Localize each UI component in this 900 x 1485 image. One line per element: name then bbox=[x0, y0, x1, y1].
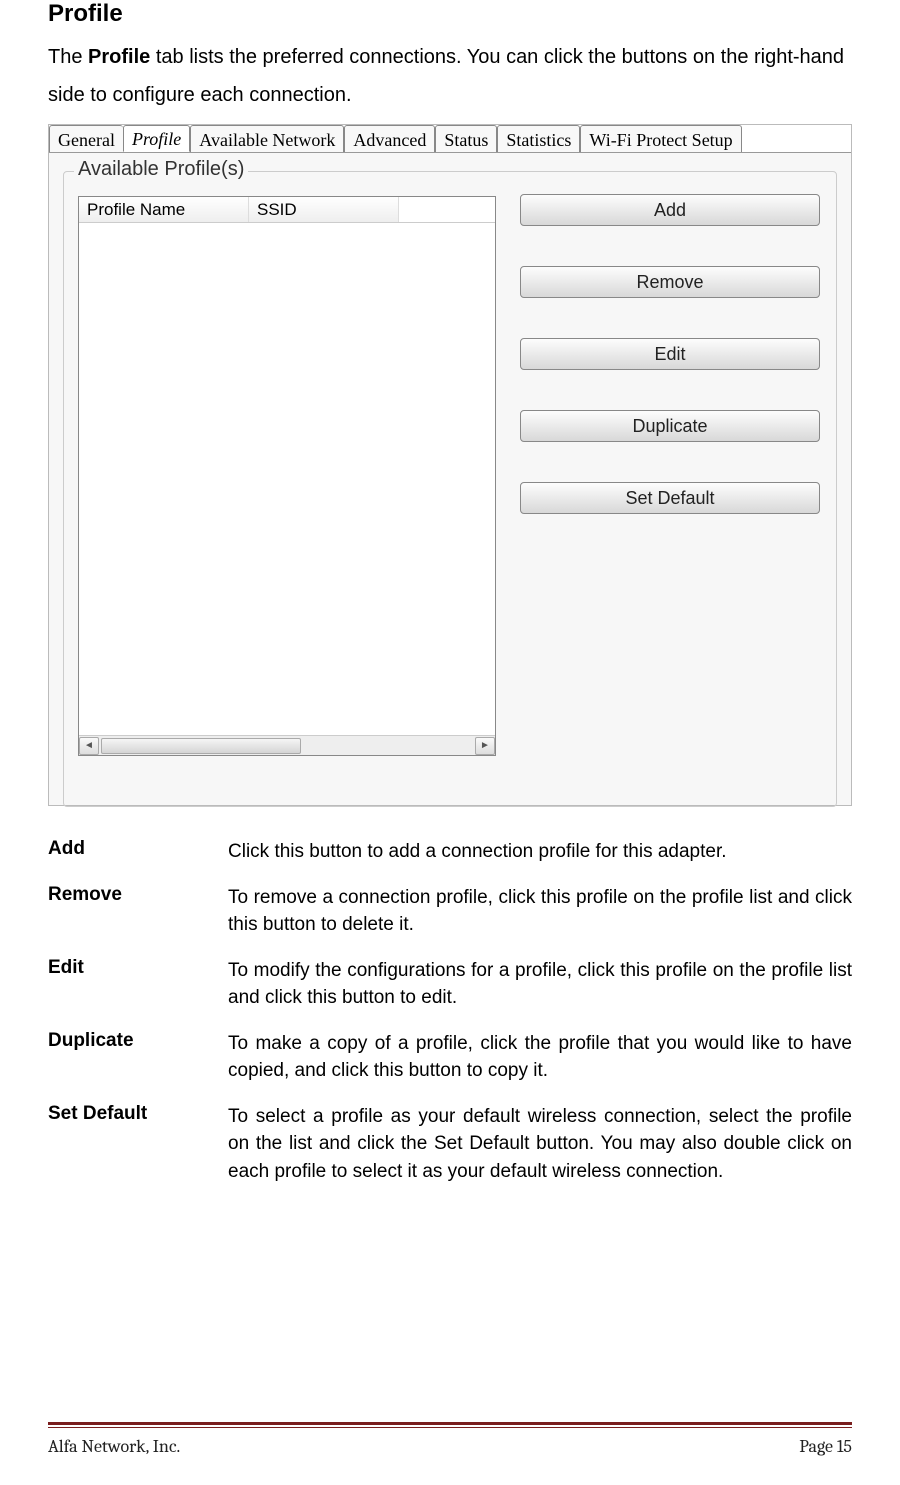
tab-profile[interactable]: Profile bbox=[123, 125, 190, 152]
desc-def: Click this button to add a connection pr… bbox=[228, 838, 852, 866]
column-ssid[interactable]: SSID bbox=[249, 197, 399, 222]
add-button[interactable]: Add bbox=[520, 194, 820, 226]
intro-pre: The bbox=[48, 46, 88, 68]
footer-page-number: Page 15 bbox=[799, 1436, 852, 1457]
desc-def: To make a copy of a profile, click the p… bbox=[228, 1030, 852, 1085]
desc-term: Set Default bbox=[48, 1103, 228, 1186]
desc-row-add: Add Click this button to add a connectio… bbox=[48, 838, 852, 866]
desc-row-edit: Edit To modify the configurations for a … bbox=[48, 957, 852, 1012]
tab-bar: General Profile Available Network Advanc… bbox=[49, 125, 851, 153]
tab-wifi-protect-setup[interactable]: Wi-Fi Protect Setup bbox=[580, 125, 741, 152]
tab-pane: Available Profile(s) Profile Name SSID ◄… bbox=[49, 153, 851, 805]
tab-statistics[interactable]: Statistics bbox=[497, 125, 580, 152]
desc-row-duplicate: Duplicate To make a copy of a profile, c… bbox=[48, 1030, 852, 1085]
desc-term: Remove bbox=[48, 884, 228, 939]
scroll-track[interactable] bbox=[99, 737, 475, 755]
description-table: Add Click this button to add a connectio… bbox=[48, 838, 852, 1185]
desc-def: To select a profile as your default wire… bbox=[228, 1103, 852, 1186]
desc-term: Edit bbox=[48, 957, 228, 1012]
intro-bold: Profile bbox=[88, 46, 150, 68]
footer-rule-thin bbox=[48, 1427, 852, 1428]
groupbox-available-profiles: Available Profile(s) Profile Name SSID ◄… bbox=[63, 171, 837, 807]
profile-list[interactable]: Profile Name SSID ◄ ► bbox=[78, 196, 496, 756]
desc-term: Add bbox=[48, 838, 228, 866]
scroll-thumb[interactable] bbox=[101, 738, 301, 754]
groupbox-label: Available Profile(s) bbox=[74, 158, 248, 181]
desc-def: To remove a connection profile, click th… bbox=[228, 884, 852, 939]
footer-rule-thick bbox=[48, 1422, 852, 1425]
scroll-left-icon[interactable]: ◄ bbox=[79, 737, 99, 755]
set-default-button[interactable]: Set Default bbox=[520, 482, 820, 514]
intro-post: tab lists the preferred connections. You… bbox=[48, 46, 844, 106]
desc-row-set-default: Set Default To select a profile as your … bbox=[48, 1103, 852, 1186]
button-column: Add Remove Edit Duplicate Set Default bbox=[520, 194, 828, 554]
footer-company: Alfa Network, Inc. bbox=[48, 1436, 180, 1457]
tab-general[interactable]: General bbox=[49, 125, 123, 152]
edit-button[interactable]: Edit bbox=[520, 338, 820, 370]
desc-def: To modify the configurations for a profi… bbox=[228, 957, 852, 1012]
remove-button[interactable]: Remove bbox=[520, 266, 820, 298]
tab-available-network[interactable]: Available Network bbox=[190, 125, 344, 152]
duplicate-button[interactable]: Duplicate bbox=[520, 410, 820, 442]
section-heading: Profile bbox=[48, 0, 852, 28]
page-footer: Alfa Network, Inc. Page 15 bbox=[48, 1422, 852, 1457]
horizontal-scrollbar[interactable]: ◄ ► bbox=[79, 735, 495, 755]
tab-status[interactable]: Status bbox=[435, 125, 497, 152]
column-profile-name[interactable]: Profile Name bbox=[79, 197, 249, 222]
app-screenshot: General Profile Available Network Advanc… bbox=[48, 124, 852, 806]
tab-advanced[interactable]: Advanced bbox=[344, 125, 435, 152]
scroll-right-icon[interactable]: ► bbox=[475, 737, 495, 755]
desc-term: Duplicate bbox=[48, 1030, 228, 1085]
list-header: Profile Name SSID bbox=[79, 197, 495, 223]
intro-paragraph: The Profile tab lists the preferred conn… bbox=[48, 38, 852, 114]
desc-row-remove: Remove To remove a connection profile, c… bbox=[48, 884, 852, 939]
